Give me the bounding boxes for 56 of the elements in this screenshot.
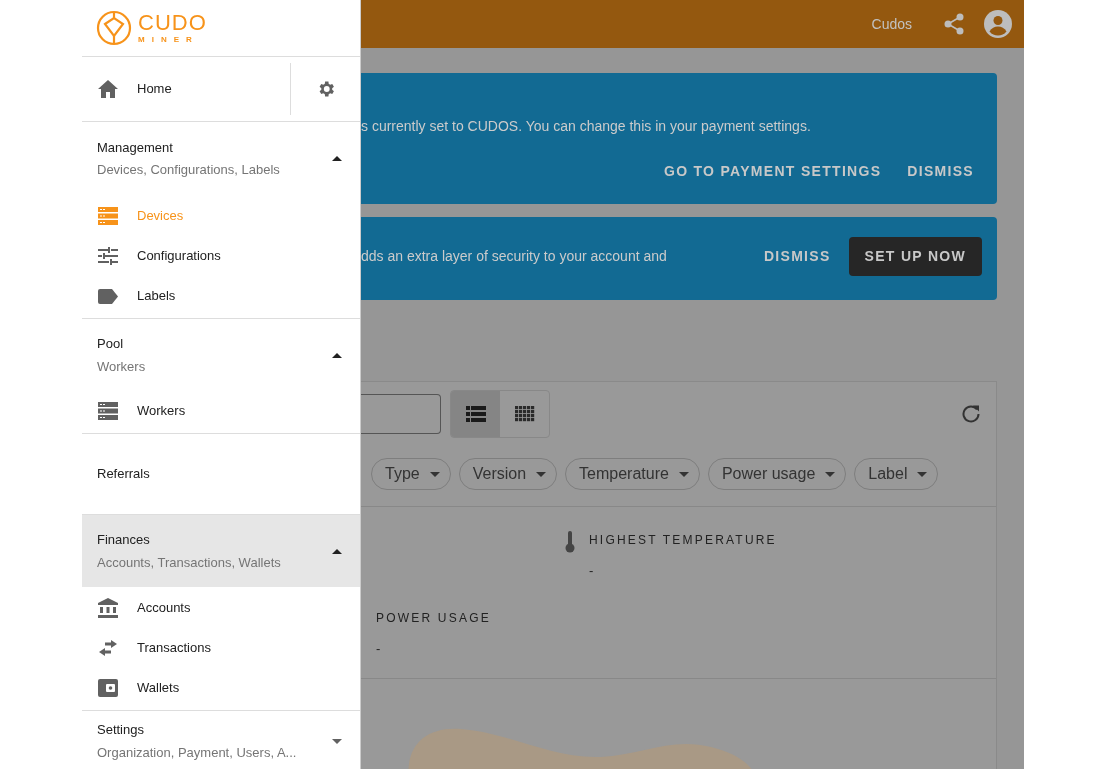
- banner-message: dds an extra layer of security to your account and: [361, 247, 667, 266]
- share-icon: [944, 13, 964, 35]
- grid-icon: [514, 406, 535, 422]
- stat-value: -: [589, 562, 595, 580]
- section-title: Management: [97, 138, 174, 157]
- nav-item[interactable]: Wallets: [82, 668, 360, 708]
- setup-button[interactable]: SET UP NOW: [848, 237, 982, 276]
- text-button[interactable]: GO TO PAYMENT SETTINGS: [655, 153, 890, 190]
- caret-down-icon: [917, 471, 928, 477]
- stat-value: -: [376, 639, 382, 658]
- list-view-button[interactable]: [451, 391, 500, 437]
- banner-message: s currently set to CUDOS. You can change this in your payment settings.: [361, 117, 812, 136]
- nav-item[interactable]: Configurations: [82, 236, 360, 276]
- list-icon: [465, 406, 486, 422]
- server-icon: [98, 206, 118, 226]
- section-header[interactable]: Finances Accounts, Transactions, Wallets: [82, 515, 360, 587]
- section-title: Settings: [97, 721, 145, 739]
- stat-label: HIGHEST TEMPERATURE: [589, 532, 777, 549]
- sliders-icon: [98, 247, 118, 265]
- section-subtitle: Devices, Configurations, Labels: [97, 161, 281, 179]
- nav-item[interactable]: Accounts: [82, 588, 360, 628]
- text-button[interactable]: DISMISS: [755, 238, 839, 275]
- caret-down-icon: [332, 738, 342, 744]
- refresh-icon: [962, 405, 980, 423]
- logo-icon: [96, 10, 132, 46]
- home-icon: [98, 80, 118, 98]
- section-title: Pool: [97, 335, 125, 353]
- section-subtitle: Workers: [97, 357, 147, 376]
- account-avatar-icon: [984, 10, 1012, 38]
- stat-label: POWER USAGE: [376, 609, 491, 627]
- server-icon: [98, 401, 118, 421]
- caret-down-icon: [536, 471, 547, 477]
- search-field[interactable]: [361, 394, 441, 434]
- nav-item[interactable]: Labels: [82, 276, 360, 316]
- logo-tagline: MINER: [138, 36, 200, 44]
- caret-up-icon: [332, 156, 342, 161]
- home-link[interactable]: Home: [82, 57, 290, 121]
- section-subtitle: Accounts, Transactions, Wallets: [97, 553, 282, 572]
- wallet-icon: [98, 679, 118, 697]
- text-button[interactable]: DISMISS: [899, 153, 982, 190]
- logo-name: CUDO: [138, 12, 207, 34]
- section-subtitle: Organization, Payment, Users, A...: [97, 743, 298, 762]
- caret-up-icon: [332, 352, 342, 358]
- caret-up-icon: [332, 548, 342, 554]
- user-name: Cudos: [871, 14, 912, 34]
- caret-down-icon: [429, 471, 440, 477]
- section-title: Finances: [97, 531, 151, 549]
- thermometer-icon: [565, 531, 575, 553]
- caret-down-icon: [825, 471, 836, 477]
- bank-icon: [98, 598, 118, 618]
- nav-item[interactable]: Transactions: [82, 628, 360, 668]
- nav-item[interactable]: Workers: [82, 391, 360, 431]
- section-title: Referrals: [97, 465, 151, 484]
- tag-icon: [98, 288, 118, 304]
- caret-down-icon: [678, 471, 689, 477]
- arrows-icon: [98, 640, 118, 656]
